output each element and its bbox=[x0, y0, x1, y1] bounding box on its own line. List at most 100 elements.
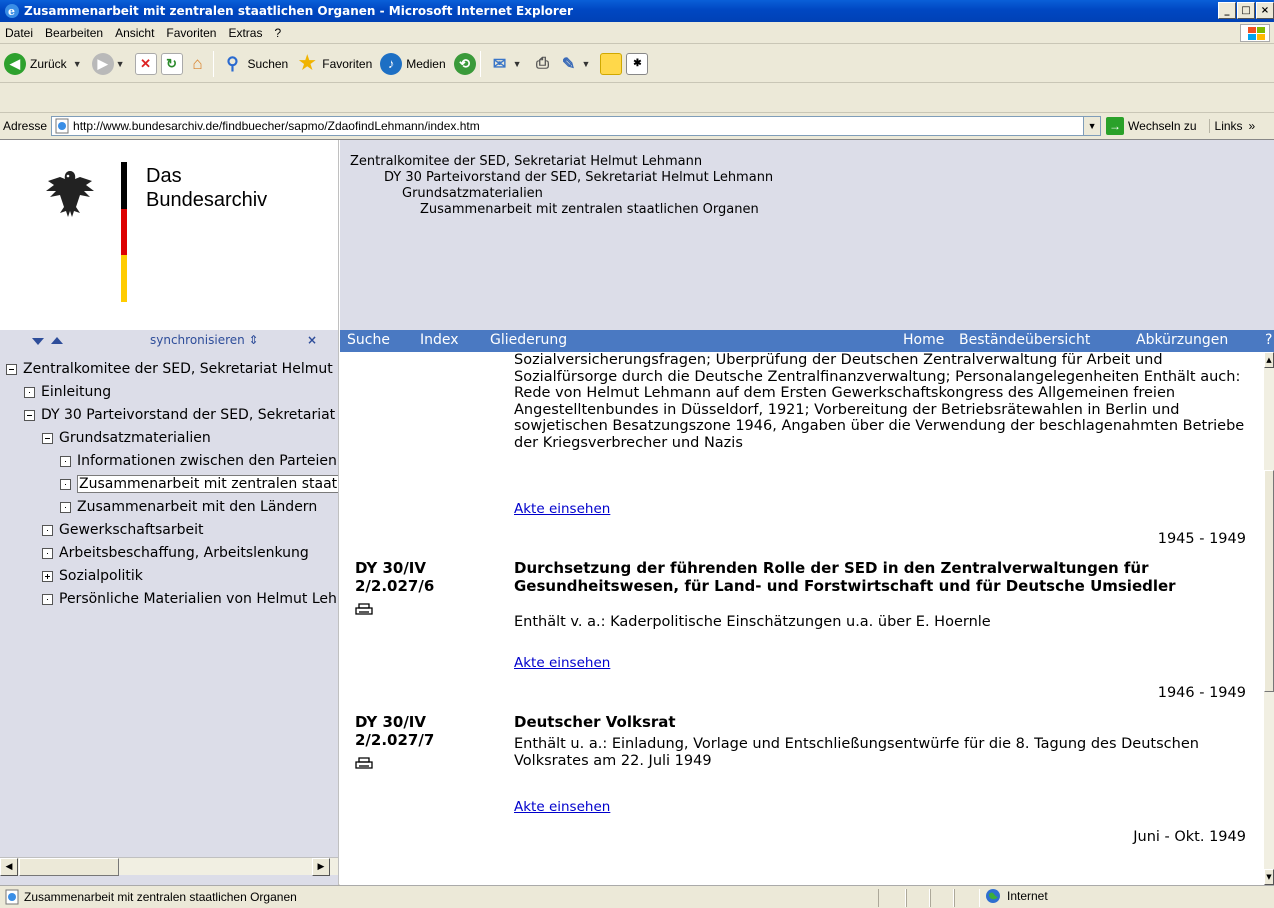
media-label: Medien bbox=[406, 56, 446, 71]
menu-extras[interactable]: Extras bbox=[222, 26, 268, 40]
stop-button[interactable]: ✕ bbox=[134, 52, 157, 75]
forward-dropdown-icon[interactable]: ▼ bbox=[116, 59, 125, 69]
favorites-label: Favoriten bbox=[322, 56, 373, 71]
maximize-button[interactable]: □ bbox=[1237, 2, 1255, 19]
scroll-down-icon[interactable]: ▼ bbox=[1264, 869, 1274, 885]
nav-help[interactable]: ? bbox=[1265, 332, 1272, 348]
tree-item-label: Zentralkomitee der SED, Sekretariat Helm… bbox=[23, 361, 338, 377]
breadcrumb-level-4[interactable]: Zusammenarbeit mit zentralen staatlichen… bbox=[420, 202, 759, 218]
address-input[interactable]: http://www.bundesarchiv.de/findbuecher/s… bbox=[51, 116, 1102, 136]
menu-bearbeiten[interactable]: Bearbeiten bbox=[39, 26, 109, 40]
back-button[interactable]: ◀ Zurück ▼ bbox=[4, 52, 88, 75]
list-vertical-scrollbar[interactable]: ▲ ▼ bbox=[1264, 352, 1274, 885]
print-button[interactable]: ⎙ bbox=[532, 53, 554, 75]
akte-einsehen-link[interactable]: Akte einsehen bbox=[514, 655, 610, 671]
scroll-left-icon[interactable]: ◀ bbox=[0, 858, 18, 876]
status-text: Zusammenarbeit mit zentralen staatlichen… bbox=[24, 890, 297, 904]
tree-item[interactable]: Zentralkomitee der SED, Sekretariat Helm… bbox=[6, 358, 338, 380]
close-button[interactable]: × bbox=[1256, 2, 1274, 19]
flag-bar bbox=[121, 162, 127, 302]
close-tree-icon[interactable]: × bbox=[307, 333, 317, 347]
entry-title: Deutscher Volksrat bbox=[514, 713, 676, 731]
scroll-right-icon[interactable]: ▶ bbox=[312, 858, 330, 876]
nav-abkuerzungen[interactable]: Abkürzungen bbox=[1136, 332, 1228, 348]
synchronize-button[interactable]: synchronisieren ⇕ bbox=[150, 333, 259, 347]
tree-item-label: Zusammenarbeit mit den Ländern bbox=[77, 499, 318, 515]
home-button[interactable]: ⌂ bbox=[187, 53, 209, 75]
breadcrumb-level-3[interactable]: Grundsatzmaterialien bbox=[402, 186, 543, 202]
menu-favoriten[interactable]: Favoriten bbox=[160, 26, 222, 40]
menu-datei[interactable]: Datei bbox=[0, 26, 39, 40]
collapse-box-icon[interactable] bbox=[42, 432, 53, 444]
scroll-thumb[interactable] bbox=[19, 858, 119, 876]
tree-horizontal-scrollbar[interactable]: ◀ ▶ bbox=[0, 857, 338, 876]
window-title-bar[interactable]: e Zusammenarbeit mit zentralen staatlich… bbox=[0, 0, 1274, 22]
tree-item-label: Gewerkschaftsarbeit bbox=[59, 522, 204, 538]
nav-gliederung[interactable]: Gliederung bbox=[490, 332, 567, 348]
collapse-box-icon[interactable] bbox=[6, 363, 17, 375]
tree-item[interactable]: Grundsatzmaterialien bbox=[42, 427, 211, 449]
scroll-thumb[interactable] bbox=[1264, 470, 1274, 692]
links-button[interactable]: Links bbox=[1208, 119, 1243, 133]
akte-einsehen-link[interactable]: Akte einsehen bbox=[514, 799, 610, 815]
nav-home[interactable]: Home bbox=[903, 332, 944, 348]
minimize-button[interactable]: _ bbox=[1218, 2, 1236, 19]
akte-einsehen-link[interactable]: Akte einsehen bbox=[514, 501, 610, 517]
top-navigation: Suche Index Gliederung Home Beständeüber… bbox=[340, 330, 1274, 352]
tree-item[interactable]: DY 30 Parteivorstand der SED, Sekretaria… bbox=[24, 404, 338, 426]
tree-item[interactable]: Gewerkschaftsarbeit bbox=[42, 519, 204, 541]
nav-suche[interactable]: Suche bbox=[347, 332, 390, 348]
discuss-button[interactable] bbox=[600, 52, 623, 75]
mail-button[interactable]: ✉ ▼ bbox=[489, 53, 528, 75]
favorites-button[interactable]: ★ Favoriten bbox=[296, 53, 376, 75]
tree-item[interactable]: Arbeitsbeschaffung, Arbeitslenkung bbox=[42, 542, 309, 564]
breadcrumb-level-2[interactable]: DY 30 Parteivorstand der SED, Sekretaria… bbox=[384, 170, 773, 186]
menu-ansicht[interactable]: Ansicht bbox=[109, 26, 160, 40]
expand-box-icon[interactable] bbox=[42, 570, 53, 582]
status-cell bbox=[954, 889, 980, 907]
leaf-box-icon bbox=[60, 501, 71, 513]
standard-toolbar: ◀ Zurück ▼ ▶ ▼ ✕ ↻ ⌂ ⚲ Suchen ★ Favorite… bbox=[0, 45, 1274, 83]
tree-item[interactable]: Zusammenarbeit mit den Ländern bbox=[60, 496, 317, 518]
entry-description: Sozialversicherungsfragen; Überprüfung d… bbox=[514, 352, 1245, 451]
federal-eagle-icon bbox=[46, 171, 94, 217]
breadcrumb-level-1[interactable]: Zentralkomitee der SED, Sekretariat Helm… bbox=[350, 154, 702, 170]
printer-icon[interactable] bbox=[355, 757, 373, 771]
tree-item[interactable]: Persönliche Materialien von Helmut Lehma… bbox=[42, 588, 338, 610]
address-url: http://www.bundesarchiv.de/findbuecher/s… bbox=[73, 119, 480, 133]
mail-dropdown-icon[interactable]: ▼ bbox=[513, 59, 522, 69]
printer-icon[interactable] bbox=[355, 603, 373, 617]
edit-button[interactable]: ✎ ▼ bbox=[558, 53, 597, 75]
nav-bestaendeuebersicht[interactable]: Beständeübersicht bbox=[959, 332, 1090, 348]
go-button[interactable]: → Wechseln zu bbox=[1106, 117, 1197, 135]
edit-dropdown-icon[interactable]: ▼ bbox=[582, 59, 591, 69]
collapse-box-icon[interactable] bbox=[24, 409, 35, 421]
search-button[interactable]: ⚲ Suchen bbox=[222, 53, 293, 75]
leaf-box-icon bbox=[24, 386, 35, 398]
leaf-box-icon bbox=[42, 524, 53, 536]
entry-date: 1945 - 1949 bbox=[1157, 531, 1246, 547]
tree-toolbar: synchronisieren ⇕ × bbox=[0, 330, 339, 352]
expand-down-icon[interactable] bbox=[32, 338, 44, 345]
svg-text:e: e bbox=[8, 5, 15, 18]
media-button[interactable]: ♪ Medien bbox=[380, 52, 449, 75]
menu-help[interactable]: ? bbox=[268, 26, 287, 40]
history-button[interactable]: ⟲ bbox=[453, 52, 476, 75]
tree-item[interactable]: Informationen zwischen den Parteien bbox=[60, 450, 337, 472]
back-dropdown-icon[interactable]: ▼ bbox=[73, 59, 82, 69]
forward-button[interactable]: ▶ ▼ bbox=[91, 52, 131, 75]
nav-index[interactable]: Index bbox=[420, 332, 459, 348]
collapse-up-icon[interactable] bbox=[51, 337, 63, 344]
media-icon: ♪ bbox=[380, 52, 403, 75]
address-dropdown-icon[interactable]: ▼ bbox=[1083, 117, 1101, 135]
folder-icon bbox=[600, 52, 623, 75]
page-icon bbox=[55, 118, 69, 134]
tree-item[interactable]: Einleitung bbox=[24, 381, 111, 403]
links-more-icon[interactable]: » bbox=[1249, 119, 1256, 133]
menu-bar: Datei Bearbeiten Ansicht Favoriten Extra… bbox=[0, 22, 1274, 44]
scroll-up-icon[interactable]: ▲ bbox=[1264, 352, 1274, 368]
messenger-button[interactable]: ✱ bbox=[626, 52, 649, 75]
tree-item-selected[interactable]: Zusammenarbeit mit zentralen staatlichen… bbox=[60, 473, 338, 495]
refresh-button[interactable]: ↻ bbox=[160, 52, 183, 75]
tree-item[interactable]: Sozialpolitik bbox=[42, 565, 143, 587]
